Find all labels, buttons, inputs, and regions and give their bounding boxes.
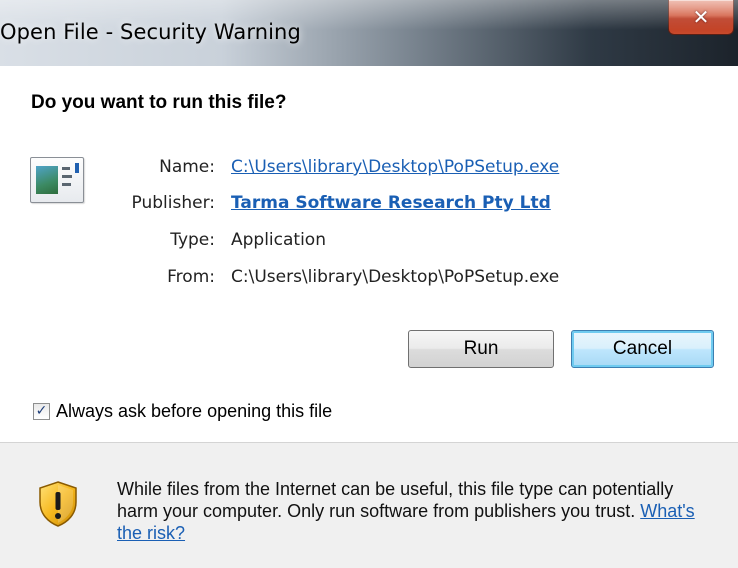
title-bar: Open File - Security Warning ✕ [0,0,738,66]
close-icon: ✕ [692,5,710,29]
name-value[interactable]: C:\Users\library\Desktop\PoPSetup.exe [231,157,559,177]
publisher-label: Publisher: [131,193,215,213]
warning-footer: While files from the Internet can be use… [0,443,738,568]
cancel-button[interactable]: Cancel [571,330,714,368]
window-title: Open File - Security Warning [0,20,301,44]
run-button[interactable]: Run [408,330,554,368]
always-ask-label[interactable]: Always ask before opening this file [56,401,332,422]
publisher-value[interactable]: Tarma Software Research Pty Ltd [231,193,551,213]
close-button[interactable]: ✕ [668,0,734,35]
dialog-question: Do you want to run this file? [31,92,287,113]
dialog-body: Do you want to run this file? Name: C:\U… [0,66,738,442]
warning-message: While files from the Internet can be use… [117,479,674,521]
publisher-link[interactable]: Tarma Software Research Pty Ltd [231,193,551,213]
from-value: C:\Users\library\Desktop\PoPSetup.exe [231,267,560,287]
always-ask-checkbox[interactable]: ✓ [33,402,50,420]
type-label: Type: [170,230,215,250]
shield-warning-icon [39,481,77,527]
always-ask-row[interactable]: ✓ Always ask before opening this file [33,400,332,422]
type-value: Application [231,230,326,250]
name-link[interactable]: C:\Users\library\Desktop\PoPSetup.exe [231,157,559,177]
checkmark-icon: ✓ [35,403,48,419]
from-label: From: [167,267,215,287]
warning-text: While files from the Internet can be use… [117,478,717,544]
name-label: Name: [159,157,215,177]
